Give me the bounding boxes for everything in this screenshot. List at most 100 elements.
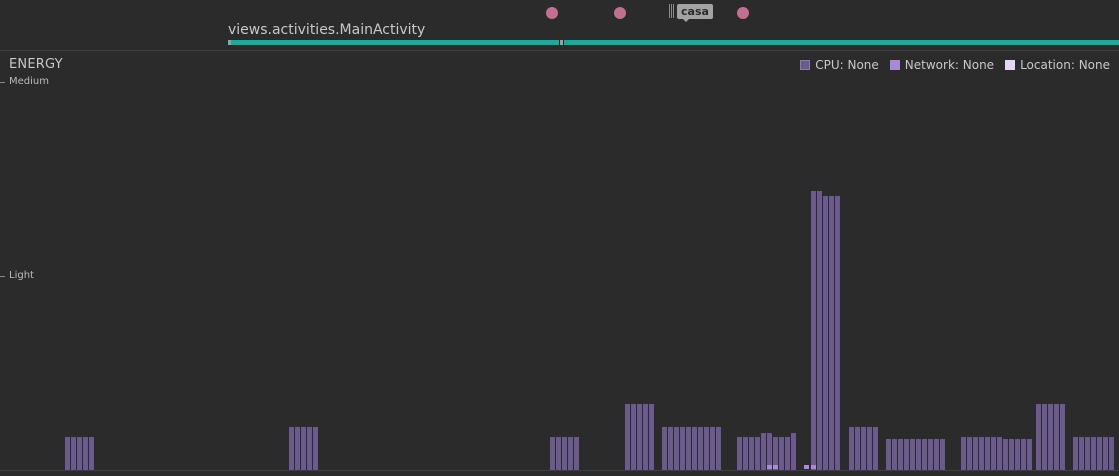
cpu-energy-bar — [861, 427, 866, 470]
cpu-energy-bar — [710, 427, 715, 470]
event-tag-badge[interactable]: casa — [677, 4, 713, 22]
cpu-energy-bar — [835, 196, 840, 470]
cpu-energy-bar — [568, 437, 573, 470]
cpu-energy-bar — [637, 404, 642, 470]
cpu-energy-bar — [979, 437, 984, 470]
cpu-energy-bar — [934, 439, 939, 470]
cpu-energy-bar — [928, 439, 933, 470]
cpu-energy-bar — [940, 439, 945, 470]
cpu-energy-bar — [991, 437, 996, 470]
cpu-energy-bar — [1097, 437, 1102, 470]
cpu-energy-bar — [873, 427, 878, 470]
cpu-energy-bar — [743, 437, 748, 470]
activity-segment[interactable] — [231, 40, 559, 45]
legend-swatch-location — [1005, 60, 1016, 70]
cpu-energy-bar — [71, 437, 76, 470]
cpu-energy-bar — [755, 437, 760, 470]
legend-item-cpu: CPU: None — [800, 58, 879, 72]
cpu-energy-bar — [973, 437, 978, 470]
cpu-energy-bar — [643, 404, 648, 470]
cpu-energy-bar — [997, 437, 1002, 470]
cpu-energy-bar — [698, 427, 703, 470]
chart-baseline — [0, 470, 1119, 471]
touch-event-dot[interactable] — [737, 7, 749, 19]
legend-label-network: Network: None — [904, 58, 995, 72]
network-energy-bar — [804, 465, 809, 469]
activity-segment[interactable] — [564, 40, 1119, 45]
cpu-energy-bar — [1003, 439, 1008, 470]
cpu-energy-bar — [855, 427, 860, 470]
cpu-energy-bar — [922, 439, 927, 470]
cpu-energy-bar — [779, 437, 784, 470]
cpu-energy-bar — [985, 437, 990, 470]
axis-label-light: Light — [9, 270, 34, 281]
cpu-energy-bar — [562, 437, 567, 470]
cpu-energy-bar — [668, 427, 673, 470]
cpu-energy-bar — [1079, 437, 1084, 470]
cpu-energy-bar — [662, 427, 667, 470]
cpu-energy-bar — [892, 439, 897, 470]
cpu-energy-bar — [550, 437, 555, 470]
cpu-energy-bar — [817, 191, 822, 470]
cpu-energy-bar — [83, 437, 88, 470]
cpu-energy-bar — [307, 427, 312, 470]
activity-label[interactable]: views.activities.MainActivity — [228, 22, 425, 38]
legend-item-network: Network: None — [889, 58, 995, 72]
cpu-energy-bar — [1021, 439, 1026, 470]
energy-chart[interactable] — [0, 51, 1119, 476]
cpu-energy-bar — [716, 427, 721, 470]
touch-event-dot[interactable] — [614, 7, 626, 19]
cpu-energy-bar — [1103, 437, 1108, 470]
cpu-energy-bar — [574, 437, 579, 470]
cpu-energy-bar — [1009, 439, 1014, 470]
cpu-energy-bar — [1060, 404, 1065, 470]
cpu-energy-bar — [767, 433, 772, 470]
cpu-energy-bar — [1027, 439, 1032, 470]
cpu-energy-bar — [1109, 437, 1114, 470]
cpu-energy-bar — [77, 437, 82, 470]
cpu-energy-bar — [916, 439, 921, 470]
cpu-energy-bar — [961, 437, 966, 470]
cpu-energy-bar — [686, 427, 691, 470]
activity-timeline-bar[interactable] — [228, 40, 1119, 45]
cpu-energy-bar — [904, 439, 909, 470]
cpu-energy-bar — [674, 427, 679, 470]
cpu-energy-bar — [811, 191, 816, 470]
cpu-energy-bar — [737, 437, 742, 470]
cpu-energy-bar — [556, 437, 561, 470]
axis-tick-light — [0, 276, 5, 277]
cpu-energy-bar — [692, 427, 697, 470]
cpu-energy-bar — [631, 404, 636, 470]
cpu-energy-bar — [649, 404, 654, 470]
cpu-energy-bar — [295, 427, 300, 470]
cpu-energy-bar — [625, 404, 630, 470]
legend-label-cpu: CPU: None — [815, 58, 879, 72]
axis-label-medium: Medium — [9, 76, 49, 87]
energy-title: ENERGY — [9, 57, 63, 72]
cpu-energy-bar — [1054, 404, 1059, 470]
cpu-energy-bar — [849, 427, 854, 470]
legend-swatch-cpu — [800, 60, 811, 70]
cpu-energy-bar — [761, 433, 766, 470]
cpu-energy-bar — [680, 427, 685, 470]
cpu-energy-bar — [1042, 404, 1047, 470]
activity-split-marker — [560, 40, 563, 45]
energy-panel: ENERGY CPU: None Network: None Location:… — [0, 51, 1119, 476]
network-energy-bar — [773, 465, 778, 469]
cpu-energy-bar — [704, 427, 709, 470]
touch-event-dot[interactable] — [546, 7, 558, 19]
network-energy-bar — [767, 465, 772, 469]
cpu-energy-bar — [967, 437, 972, 470]
cpu-energy-bar — [823, 196, 828, 470]
marker-ticks-icon — [669, 4, 677, 18]
energy-legend: CPU: None Network: None Location: None — [800, 58, 1110, 72]
cpu-energy-bar — [898, 439, 903, 470]
events-strip: casa views.activities.MainActivity — [0, 0, 1119, 51]
cpu-energy-bar — [867, 427, 872, 470]
cpu-energy-bar — [65, 437, 70, 470]
legend-item-location: Location: None — [1005, 58, 1110, 72]
cpu-energy-bar — [791, 433, 796, 470]
cpu-energy-bar — [313, 427, 318, 470]
cpu-energy-bar — [301, 427, 306, 470]
cpu-energy-bar — [1048, 404, 1053, 470]
